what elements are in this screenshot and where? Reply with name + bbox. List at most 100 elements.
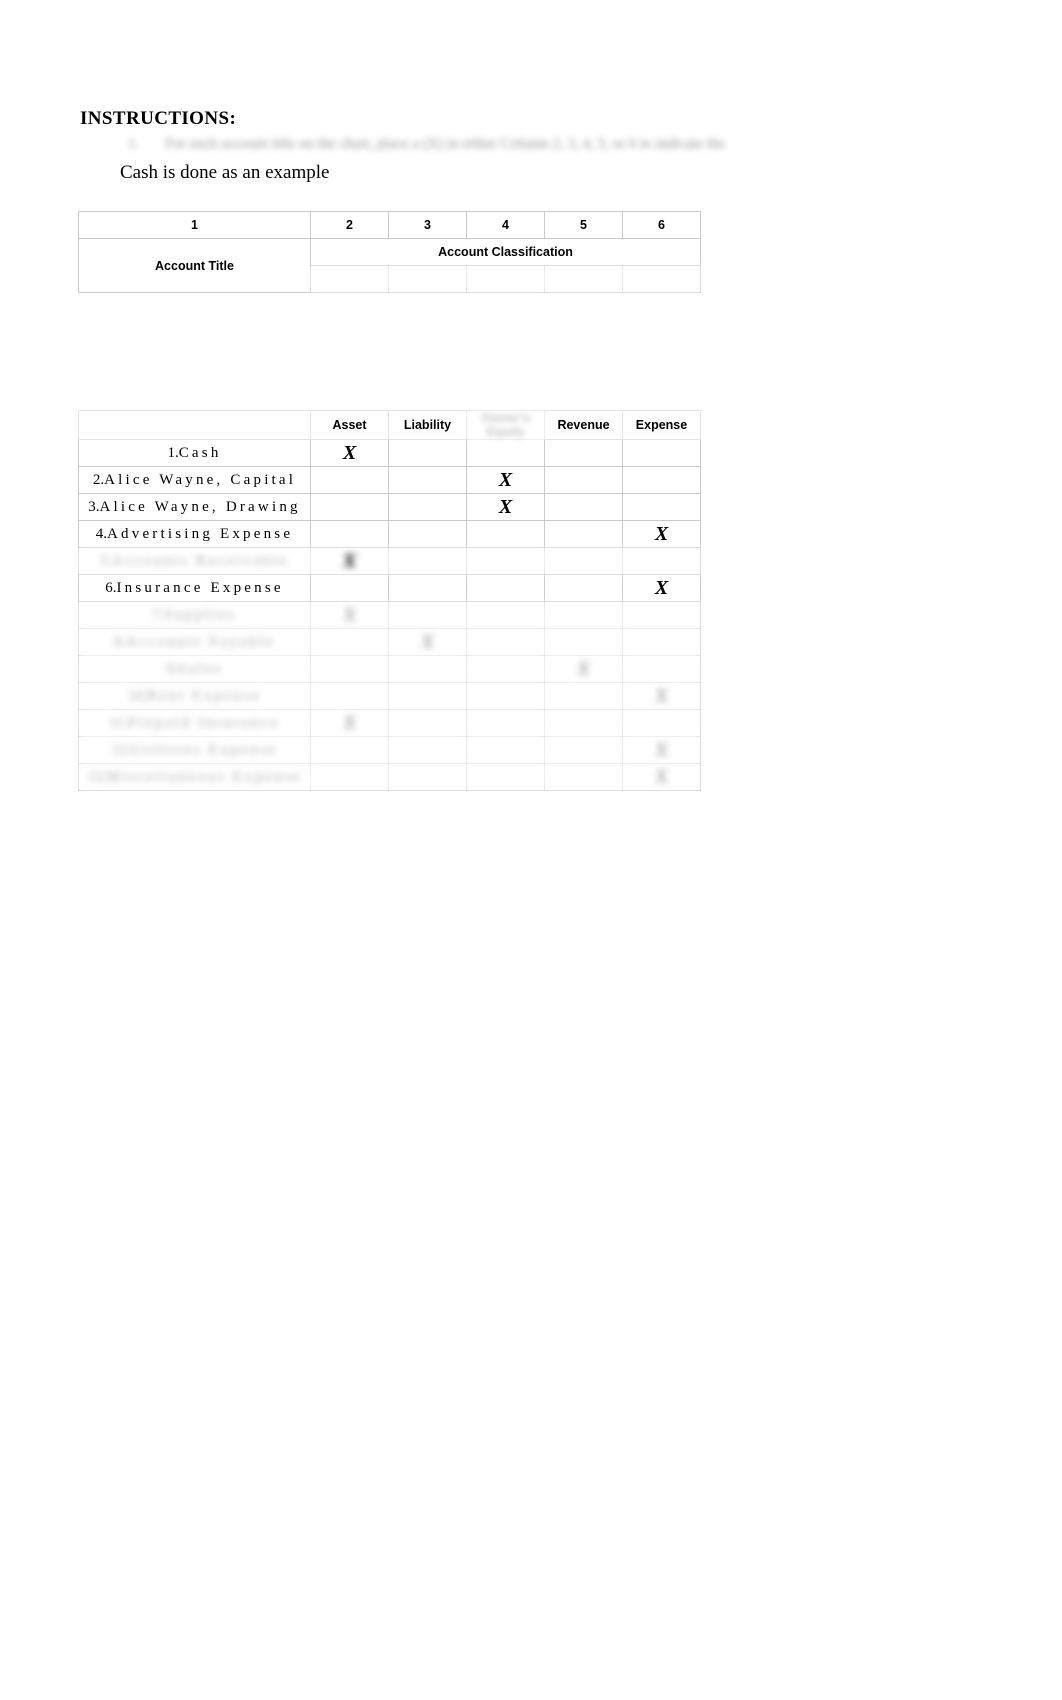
- classification-cell[interactable]: [388, 493, 467, 521]
- classification-cell[interactable]: [544, 574, 623, 602]
- classification-cell[interactable]: [388, 601, 467, 629]
- classification-cell[interactable]: [466, 574, 545, 602]
- table-row: 11.Prepaid Insurance X: [78, 709, 701, 737]
- row-index: 1.: [167, 444, 179, 461]
- classification-cell[interactable]: [544, 709, 623, 737]
- account-title-cell: 12.Utilities Expense: [78, 736, 311, 764]
- classification-cell[interactable]: [544, 493, 623, 521]
- column-number-2: 2: [310, 211, 389, 239]
- classification-cell[interactable]: [622, 655, 701, 683]
- classification-cell[interactable]: X: [544, 655, 623, 683]
- classification-cell[interactable]: [310, 682, 389, 710]
- classification-cell[interactable]: [544, 682, 623, 710]
- classification-cell[interactable]: X: [310, 709, 389, 737]
- account-title-cell: 5.Accounts Receivable: [78, 547, 311, 575]
- classification-cell[interactable]: [310, 628, 389, 656]
- classification-cell[interactable]: X: [466, 466, 545, 494]
- classification-cell[interactable]: [388, 574, 467, 602]
- column-header-owners-equity: Owner's Equity: [466, 410, 545, 440]
- classification-cell[interactable]: [388, 439, 467, 467]
- classification-cell[interactable]: [388, 763, 467, 791]
- classification-cell[interactable]: [466, 682, 545, 710]
- classification-cell[interactable]: [310, 763, 389, 791]
- table-row: 2.Alice Wayne, Capital X: [78, 466, 701, 494]
- classification-cell[interactable]: X: [310, 547, 389, 575]
- row-index: 9.: [166, 660, 178, 677]
- classification-cell[interactable]: [544, 547, 623, 575]
- row-index: 3.: [88, 498, 100, 515]
- classification-cell[interactable]: [622, 493, 701, 521]
- classification-cell[interactable]: [544, 736, 623, 764]
- account-title-text: Alice Wayne, Drawing: [99, 498, 301, 515]
- classification-cell[interactable]: [622, 466, 701, 494]
- classification-cell[interactable]: [310, 493, 389, 521]
- classification-cell[interactable]: [466, 439, 545, 467]
- classification-cell[interactable]: X: [622, 736, 701, 764]
- instruction-text: For each account title on the chart, pla…: [165, 136, 726, 152]
- account-title-cell: 1.Cash: [78, 439, 311, 467]
- classification-cell[interactable]: [310, 655, 389, 683]
- classification-cell[interactable]: [544, 763, 623, 791]
- classification-cell[interactable]: [310, 520, 389, 548]
- classification-cell[interactable]: [388, 655, 467, 683]
- classification-cell[interactable]: [466, 763, 545, 791]
- x-mark: X: [576, 657, 591, 680]
- classification-cell[interactable]: [388, 682, 467, 710]
- classification-cell[interactable]: [544, 520, 623, 548]
- account-classification-header-table: 1 2 3 4 5 6 Account Title Account Classi…: [78, 211, 701, 293]
- classification-cell[interactable]: [388, 709, 467, 737]
- instructions-heading: INSTRUCTIONS:: [80, 108, 237, 129]
- row-index: 13.: [87, 768, 106, 785]
- classification-cell[interactable]: [622, 601, 701, 629]
- classification-cell[interactable]: [466, 655, 545, 683]
- table-row: 9.Sales X: [78, 655, 701, 683]
- classification-cell[interactable]: X: [622, 520, 701, 548]
- x-mark: X: [342, 549, 357, 572]
- classification-cell[interactable]: X: [388, 628, 467, 656]
- table-row: 1.Cash X: [78, 439, 701, 467]
- account-title-text: Supplies: [163, 606, 237, 623]
- classification-cell[interactable]: X: [622, 763, 701, 791]
- row-index: 6.: [105, 579, 117, 596]
- classification-cell[interactable]: [310, 574, 389, 602]
- classification-cell[interactable]: [544, 601, 623, 629]
- classification-cell[interactable]: [466, 520, 545, 548]
- column-header-asset: Asset: [310, 410, 389, 440]
- x-mark: X: [654, 576, 669, 599]
- classification-cell[interactable]: [310, 466, 389, 494]
- x-mark: X: [654, 738, 669, 761]
- classification-cell[interactable]: [544, 439, 623, 467]
- row-index: 12.: [111, 741, 131, 758]
- classification-cell[interactable]: X: [466, 493, 545, 521]
- instruction-number: 1.: [128, 136, 140, 152]
- table-row: 6.Insurance Expense X: [78, 574, 701, 602]
- classification-cell[interactable]: X: [310, 601, 389, 629]
- document-page: INSTRUCTIONS: 1. For each account title o…: [0, 0, 1062, 1700]
- classification-cell[interactable]: [622, 709, 701, 737]
- classification-cell[interactable]: [388, 547, 467, 575]
- account-classification-header: Account Classification: [310, 238, 701, 266]
- redacted-subheader-cell: [622, 265, 701, 293]
- classification-cell[interactable]: [466, 547, 545, 575]
- account-title-cell: 7.Supplies: [78, 601, 311, 629]
- classification-cell[interactable]: X: [622, 574, 701, 602]
- classification-cell[interactable]: [622, 547, 701, 575]
- column-number-6: 6: [622, 211, 701, 239]
- classification-cell[interactable]: [388, 466, 467, 494]
- classification-cell[interactable]: [388, 520, 467, 548]
- classification-cell[interactable]: [466, 736, 545, 764]
- classification-cell[interactable]: [544, 628, 623, 656]
- classification-cell[interactable]: [388, 736, 467, 764]
- classification-cell[interactable]: [466, 628, 545, 656]
- header-grid: 1 2 3 4 5 6 Account Title Account Classi…: [78, 211, 701, 293]
- classification-cell[interactable]: [544, 466, 623, 494]
- classification-cell[interactable]: [466, 709, 545, 737]
- classification-cell[interactable]: X: [622, 682, 701, 710]
- column-number-1: 1: [78, 211, 311, 239]
- classification-cell[interactable]: [622, 439, 701, 467]
- redacted-subheader-cell: [466, 265, 545, 293]
- classification-cell[interactable]: [310, 736, 389, 764]
- classification-cell[interactable]: [622, 628, 701, 656]
- classification-cell[interactable]: X: [310, 439, 389, 467]
- classification-cell[interactable]: [466, 601, 545, 629]
